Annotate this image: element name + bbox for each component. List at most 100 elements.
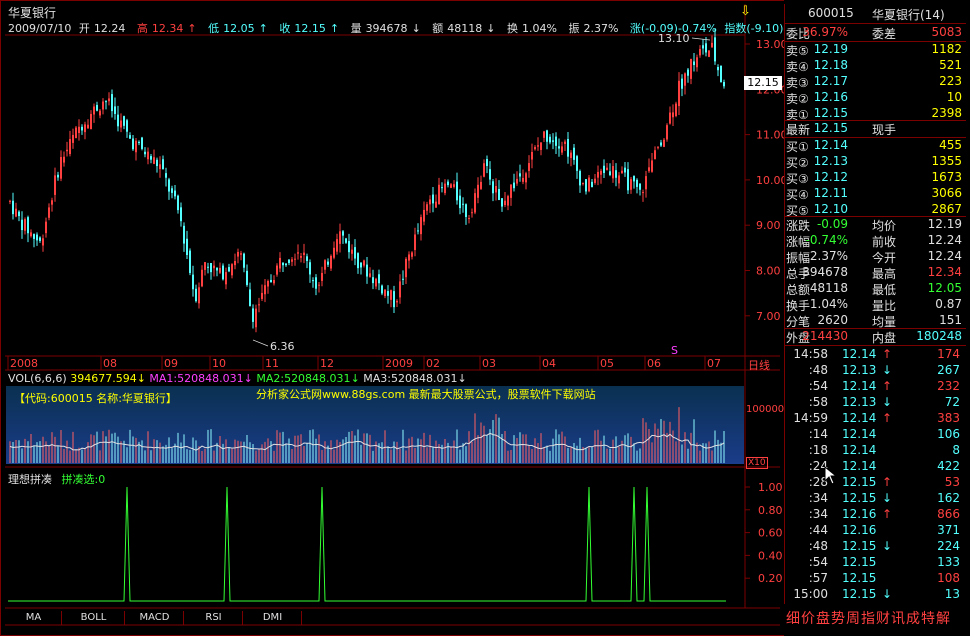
down-arrow-icon: ↓ — [243, 372, 253, 385]
latest-row: 最新 12.15 现手 — [784, 121, 966, 137]
tick-row: :44 12.16 371 — [784, 523, 966, 539]
candle-body — [456, 181, 458, 201]
candle-body — [285, 263, 287, 266]
candle-body — [54, 175, 56, 195]
amplitude-value: 2.37% — [583, 22, 619, 35]
candle-body — [234, 261, 236, 266]
candle-body — [696, 57, 698, 68]
buy-level-label: 买③ — [786, 172, 809, 186]
stat-value: 12.24 — [927, 249, 962, 263]
bottom-function-bar[interactable]: 细价盘势周指财讯成特解 — [786, 608, 968, 628]
candle-body — [162, 159, 164, 169]
buy-row: 买④ 12.11 3066 — [784, 186, 966, 202]
candle-body — [606, 167, 608, 170]
candle-body — [465, 204, 467, 218]
tick-volume: 53 — [944, 475, 960, 489]
down-arrow-icon: ↓ — [457, 372, 467, 385]
sell-row: 卖⑤ 12.19 1182 — [784, 42, 966, 58]
candle-body — [213, 265, 215, 269]
candle-body — [627, 169, 629, 191]
tick-row: :48 12.13 ↓ 267 — [784, 363, 966, 379]
candle-body — [207, 266, 209, 268]
candle-body — [81, 126, 83, 131]
buy-row: 买② 12.13 1355 — [784, 154, 966, 170]
candle-body — [708, 50, 710, 57]
candle-body — [552, 140, 554, 142]
tab-rsi[interactable]: RSI — [185, 611, 243, 625]
tab-ma[interactable]: MA — [6, 611, 62, 625]
candle-body — [645, 176, 647, 190]
candle-body — [405, 258, 407, 278]
latest-label: 最新 — [786, 123, 811, 137]
tick-row: :18 12.14 8 — [784, 443, 966, 459]
tick-time: :44 — [808, 523, 828, 537]
up-arrow-icon: ↑ — [187, 22, 197, 35]
candle-body — [711, 42, 713, 48]
candle-body — [369, 273, 371, 277]
candle-body — [174, 190, 176, 197]
candle-body — [126, 120, 128, 132]
candle-body — [243, 253, 245, 268]
candle-body — [570, 152, 572, 158]
tick-price: 12.14 — [842, 443, 877, 457]
candle-body — [588, 177, 590, 192]
buy-level-label: 买① — [786, 140, 809, 154]
candle-body — [612, 166, 614, 179]
pin-icon[interactable]: ⇩ — [740, 4, 751, 19]
candle-body — [501, 198, 503, 207]
candle-body — [426, 204, 428, 211]
stat-value: 394678 — [802, 265, 848, 279]
sell-row: 卖② 12.16 10 — [784, 90, 966, 106]
sell-level-label: 卖③ — [786, 76, 809, 90]
quote-panel: 600015 华夏银行(14) 委比 36.97% 委差 5083 卖⑤ 12.1… — [784, 0, 970, 636]
candle-body — [66, 149, 68, 152]
date-tick-label: 2009 — [385, 357, 413, 370]
candle-body — [270, 279, 272, 283]
tab-macd[interactable]: MACD — [126, 611, 184, 625]
tick-price: 12.15 — [842, 475, 877, 489]
tick-time: :54 — [808, 555, 828, 569]
candle-body — [699, 49, 701, 56]
candle-body — [138, 141, 140, 143]
volume-axis-tick: 100000 — [746, 404, 785, 415]
tick-time: :34 — [808, 491, 828, 505]
tick-price: 12.13 — [842, 395, 877, 409]
buy-volume: 2867 — [931, 202, 962, 216]
candle-body — [384, 289, 386, 297]
order-diff-value: 5083 — [931, 25, 962, 39]
candle-body — [408, 254, 410, 261]
inner-value: 180248 — [916, 329, 962, 343]
candle-body — [9, 200, 11, 202]
candle-body — [117, 114, 119, 127]
sell-volume: 1182 — [931, 42, 962, 56]
indicator-tick-label: 0.20 — [758, 572, 783, 585]
tick-price: 12.14 — [842, 459, 877, 473]
candle-body — [474, 193, 476, 213]
candle-body — [15, 208, 17, 217]
chart-area[interactable]: 13.0012.0011.0010.009.008.007.00 2008080… — [0, 0, 785, 636]
candle-body — [597, 171, 599, 178]
candle-body — [69, 139, 71, 155]
tick-volume: 108 — [937, 571, 960, 585]
candle-body — [609, 171, 611, 176]
indicator-header: 理想拼凑 拼凑选:0 — [8, 471, 105, 487]
sell-volume: 521 — [939, 58, 962, 72]
tab-boll[interactable]: BOLL — [63, 611, 125, 625]
stat-label: 振幅 — [786, 251, 811, 265]
tick-volume: 267 — [937, 363, 960, 377]
advertisement-text[interactable]: 分析家公式网www.88gs.com 最新最大股票公式，股票软件下载网站 — [256, 386, 596, 402]
down-arrow-icon: ↓ — [136, 372, 146, 385]
candle-body — [258, 304, 260, 306]
stat-value: 48118 — [809, 281, 848, 295]
candle-body — [372, 277, 374, 284]
candle-body — [105, 101, 107, 103]
period-label[interactable]: 日线 — [748, 357, 770, 373]
turnover-value: 1.04% — [522, 22, 557, 35]
buy-price: 12.11 — [813, 186, 848, 200]
candle-body — [558, 146, 560, 149]
sell-price: 12.15 — [813, 106, 848, 120]
candle-body — [513, 182, 515, 189]
tab-dmi[interactable]: DMI — [244, 611, 302, 625]
indicator-tick-label: 0.40 — [758, 549, 783, 562]
stock-name: 华夏银行(14) — [872, 8, 945, 22]
